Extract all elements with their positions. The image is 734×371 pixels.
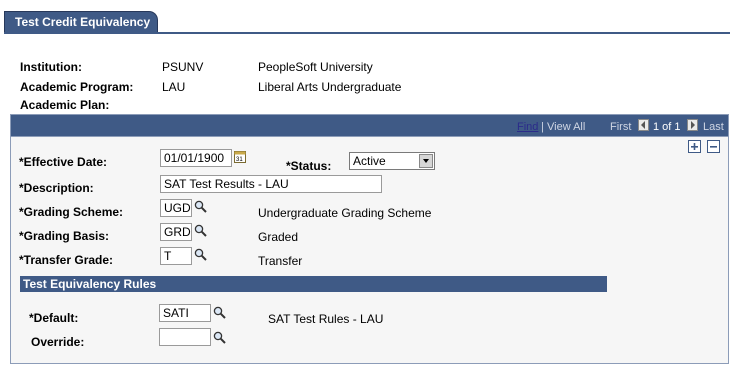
status-label: *Status: [286,159,332,173]
academic-plan-label: Academic Plan: [20,98,110,112]
nav-first[interactable]: First [610,121,631,133]
nav-view-all[interactable]: View All [547,121,585,133]
default-label: *Default: [29,311,79,325]
tab-label: Test Credit Equivalency [15,15,151,29]
magnifier-icon[interactable] [194,200,207,216]
effective-date-label: *Effective Date: [19,155,108,169]
academic-program-label: Academic Program: [20,80,134,94]
default-desc: SAT Test Rules - LAU [268,312,384,326]
section-title: Test Equivalency Rules [23,277,157,291]
tab-test-credit-equivalency[interactable]: Test Credit Equivalency [4,11,158,33]
transfer-grade-desc: Transfer [258,254,303,268]
magnifier-icon[interactable] [213,306,226,322]
institution-code: PSUNV [162,60,204,74]
institution-label: Institution: [20,60,82,74]
nav-last[interactable]: Last [703,121,724,133]
minus-icon [710,146,717,148]
default-input[interactable]: SATI [159,304,211,322]
nav-count: 1 of 1 [653,121,681,133]
academic-program-name: Liberal Arts Undergraduate [258,80,402,94]
status-value: Active [353,154,386,168]
delete-row-button[interactable] [707,140,720,153]
tab-underline [4,32,730,34]
grading-scheme-input[interactable]: UGD [160,199,192,217]
test-equivalency-rules-header: Test Equivalency Rules [20,276,607,292]
nav-find-link[interactable]: Find [517,121,538,133]
effective-date-input[interactable]: 01/01/1900 [160,149,232,167]
description-input[interactable]: SAT Test Results - LAU [160,175,382,193]
magnifier-icon[interactable] [213,331,226,347]
plus-icon [691,143,698,150]
grading-basis-input[interactable]: GRD [160,223,192,241]
override-input[interactable] [159,328,211,346]
add-row-button[interactable] [688,140,701,153]
magnifier-icon[interactable] [194,224,207,240]
override-label: Override: [31,335,85,349]
magnifier-icon[interactable] [194,248,207,264]
transfer-grade-label: *Transfer Grade: [19,253,114,267]
calendar-icon[interactable]: 31 [234,150,246,166]
grading-basis-desc: Graded [258,230,299,244]
grading-scheme-desc: Undergraduate Grading Scheme [258,206,432,220]
nav-separator: | [541,121,544,133]
chevron-down-icon [419,154,433,168]
description-label: *Description: [19,181,94,195]
grading-basis-label: *Grading Basis: [19,229,110,243]
next-arrow-icon[interactable] [687,119,698,131]
svg-text:31: 31 [236,157,243,163]
institution-name: PeopleSoft University [258,60,373,74]
grading-scheme-label: *Grading Scheme: [19,205,124,219]
prev-arrow-icon[interactable] [638,119,649,131]
academic-program-code: LAU [162,80,186,94]
status-select[interactable]: Active [349,152,435,170]
transfer-grade-input[interactable]: T [160,247,192,265]
